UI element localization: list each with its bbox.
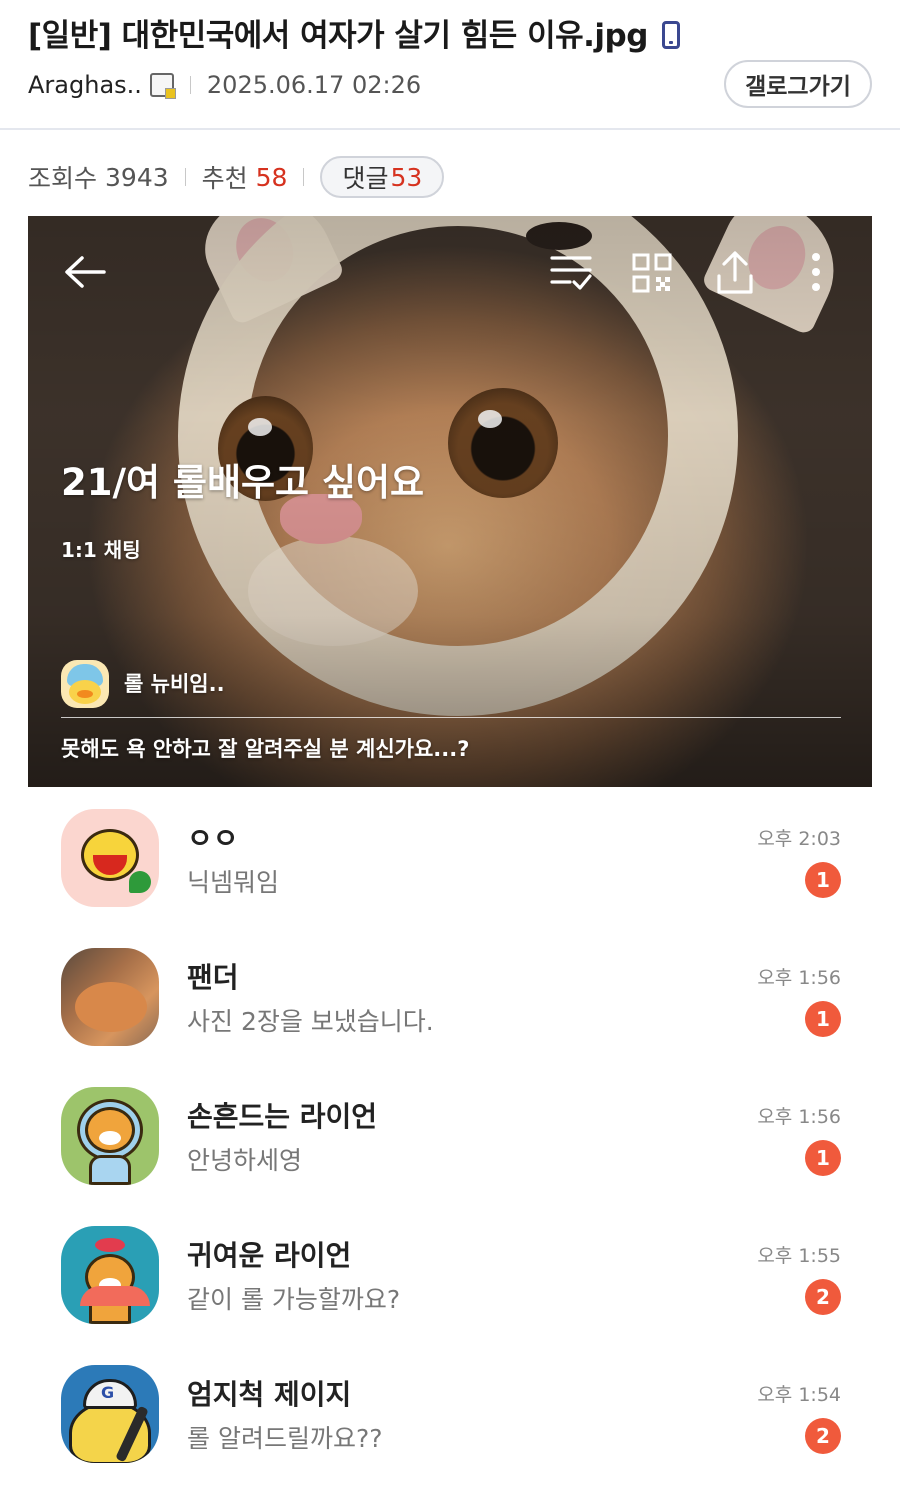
chatroom-cover: 21/여 롤배우고 싶어요 1:1 채팅 롤 뉴비임.. 못해도 욕 안하고 잘… bbox=[28, 216, 872, 787]
avatar bbox=[61, 1226, 159, 1324]
chat-name: 귀여운 라이언 bbox=[187, 1239, 352, 1272]
recommend-count: 58 bbox=[255, 162, 288, 192]
mobile-icon bbox=[661, 21, 680, 49]
post-stats: 조회수 3943 추천 58 댓글 53 bbox=[28, 156, 445, 198]
gallog-button[interactable]: 갤로그가기 bbox=[724, 60, 872, 108]
unread-badge: 1 bbox=[805, 862, 841, 898]
avatar bbox=[61, 948, 159, 1046]
sort-check-icon[interactable] bbox=[548, 250, 594, 294]
chat-preview: 사진 2장을 보냈습니다. bbox=[187, 1007, 434, 1036]
chatroom-overlay: 21/여 롤배우고 싶어요 1:1 채팅 롤 뉴비임.. 못해도 욕 안하고 잘… bbox=[28, 216, 872, 787]
qr-code-icon[interactable] bbox=[631, 252, 673, 294]
comments-count: 53 bbox=[390, 162, 423, 192]
host-name[interactable]: 롤 뉴비임.. bbox=[124, 668, 225, 698]
back-arrow-icon[interactable] bbox=[62, 252, 108, 292]
chatroom-title: 21/여 롤배우고 싶어요 bbox=[61, 461, 425, 504]
share-icon[interactable] bbox=[714, 250, 756, 296]
stats-divider bbox=[303, 168, 305, 186]
chat-name: 엄지척 제이지 bbox=[187, 1378, 352, 1411]
post-title: [일반] 대한민국에서 여자가 살기 힘든 이유.jpg bbox=[28, 10, 680, 55]
gallog-icon[interactable] bbox=[149, 73, 176, 99]
avatar: G bbox=[61, 1365, 159, 1463]
unread-badge: 2 bbox=[805, 1418, 841, 1454]
chat-time: 오후 1:56 bbox=[757, 967, 841, 989]
more-vertical-icon[interactable] bbox=[804, 250, 828, 296]
chat-time: 오후 1:56 bbox=[757, 1106, 841, 1128]
chat-preview: 안녕하세영 bbox=[187, 1146, 303, 1175]
chat-name: 팬더 bbox=[187, 961, 239, 994]
meta-divider bbox=[189, 76, 191, 94]
chat-time: 오후 1:55 bbox=[757, 1245, 841, 1267]
post-meta: Araghas.. 2025.06.17 02:26 bbox=[28, 68, 421, 102]
avatar bbox=[61, 1087, 159, 1185]
chat-name: 손흔드는 라이언 bbox=[187, 1100, 378, 1133]
post-title-text: [일반] 대한민국에서 여자가 살기 힘든 이유.jpg bbox=[28, 18, 648, 54]
chat-list-item[interactable]: G 엄지척 제이지 롤 알려드릴까요?? 오후 1:54 2 bbox=[28, 1343, 872, 1482]
stats-divider bbox=[184, 168, 186, 186]
unread-badge: 2 bbox=[805, 1279, 841, 1315]
chat-list-item[interactable]: 팬더 사진 2장을 보냈습니다. 오후 1:56 1 bbox=[28, 926, 872, 1065]
chat-preview: 같이 롤 가능할까요? bbox=[187, 1285, 401, 1314]
unread-badge: 1 bbox=[805, 1140, 841, 1176]
comments-button[interactable]: 댓글 53 bbox=[320, 156, 445, 198]
chat-preview: 롤 알려드릴까요?? bbox=[187, 1424, 383, 1453]
views-label: 조회수 bbox=[28, 164, 98, 193]
author-name[interactable]: Araghas.. bbox=[28, 71, 142, 99]
chat-name: ㅇㅇ bbox=[187, 822, 239, 855]
chat-list-item[interactable]: 귀여운 라이언 같이 롤 가능할까요? 오후 1:55 2 bbox=[28, 1204, 872, 1343]
unread-badge: 1 bbox=[805, 1001, 841, 1037]
chatroom-description: 못해도 욕 안하고 잘 알려주실 분 계신가요...? bbox=[61, 737, 470, 761]
chat-screenshot: 21/여 롤배우고 싶어요 1:1 채팅 롤 뉴비임.. 못해도 욕 안하고 잘… bbox=[28, 216, 872, 1506]
chat-list: ㅇㅇ 닉넴뭐임 오후 2:03 1 팬더 사진 2장을 보냈습니다. 오후 1:… bbox=[28, 787, 872, 1482]
chat-list-item[interactable]: 손흔드는 라이언 안녕하세영 오후 1:56 1 bbox=[28, 1065, 872, 1204]
chat-time: 오후 2:03 bbox=[757, 828, 841, 850]
comments-label: 댓글 bbox=[342, 164, 389, 193]
post-header: [일반] 대한민국에서 여자가 살기 힘든 이유.jpg Araghas.. 2… bbox=[0, 0, 900, 130]
views-count: 3943 bbox=[105, 162, 169, 192]
chatroom-type: 1:1 채팅 bbox=[61, 538, 141, 562]
chat-preview: 닉넴뭐임 bbox=[187, 868, 280, 897]
chat-time: 오후 1:54 bbox=[757, 1384, 841, 1406]
host-avatar[interactable] bbox=[61, 660, 109, 708]
chat-list-item[interactable]: ㅇㅇ 닉넴뭐임 오후 2:03 1 bbox=[28, 787, 872, 926]
cover-divider bbox=[61, 717, 841, 718]
partial-avatar bbox=[80, 1286, 150, 1306]
post-date: 2025.06.17 02:26 bbox=[206, 71, 422, 99]
recommend-label: 추천 bbox=[201, 164, 248, 193]
avatar bbox=[61, 809, 159, 907]
